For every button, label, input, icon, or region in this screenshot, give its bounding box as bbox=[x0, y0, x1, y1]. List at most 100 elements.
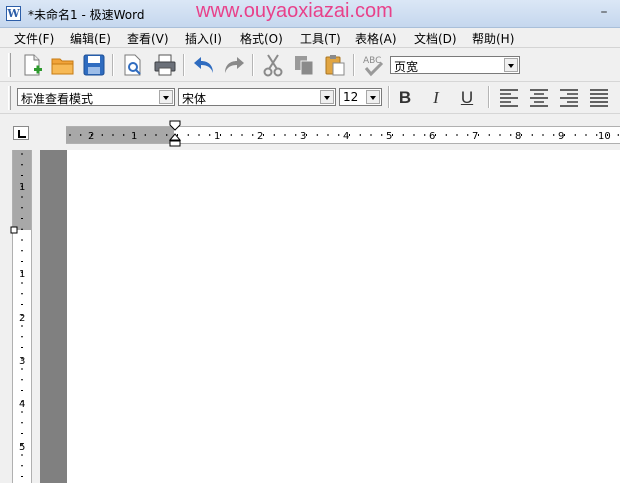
chevron-down-icon[interactable] bbox=[366, 90, 380, 104]
menu-format[interactable]: 格式(O) bbox=[240, 30, 283, 47]
paste-icon bbox=[325, 55, 345, 76]
ruler-label: 8 bbox=[515, 131, 521, 142]
cut-icon bbox=[263, 54, 283, 77]
ruler-label: 4 bbox=[343, 131, 349, 142]
ruler-label: 3 bbox=[19, 356, 25, 367]
ruler-label: 1 bbox=[131, 131, 137, 142]
chevron-down-icon[interactable] bbox=[159, 90, 173, 104]
redo-icon bbox=[225, 57, 244, 73]
save-button[interactable] bbox=[81, 52, 107, 78]
align-center-button[interactable] bbox=[526, 85, 552, 111]
toolbar-grip[interactable] bbox=[8, 86, 11, 110]
ruler-row: 2 1 1 2 3 4 5 6 7 8 9 10 bbox=[0, 114, 620, 150]
copy-icon bbox=[295, 56, 314, 76]
document-editor[interactable] bbox=[67, 150, 620, 483]
undo-icon bbox=[194, 57, 213, 73]
align-right-button[interactable] bbox=[556, 85, 582, 111]
toolbar-separator bbox=[488, 86, 490, 108]
menu-bar: 文件(F) 编辑(E) 查看(V) 插入(I) 格式(O) 工具(T) 表格(A… bbox=[0, 28, 620, 48]
new-document-icon bbox=[24, 54, 42, 76]
toolbar-separator bbox=[353, 54, 355, 76]
vertical-margin-marker-icon[interactable] bbox=[10, 226, 18, 234]
ruler-label: 2 bbox=[19, 313, 25, 324]
new-document-button[interactable] bbox=[19, 52, 45, 78]
menu-document[interactable]: 文档(D) bbox=[414, 30, 457, 47]
open-folder-icon bbox=[51, 58, 74, 75]
ruler-gap bbox=[32, 150, 40, 483]
cut-button[interactable] bbox=[260, 52, 286, 78]
ruler-label: 6 bbox=[429, 131, 435, 142]
align-left-button[interactable] bbox=[496, 85, 522, 111]
ruler-label: 7 bbox=[472, 131, 478, 142]
font-size-select[interactable]: 12 bbox=[339, 88, 382, 106]
zoom-select[interactable]: 页宽 bbox=[390, 56, 520, 74]
ruler-label: 1 bbox=[19, 182, 25, 193]
formatting-toolbar: 标准查看模式 宋体 12 B I U bbox=[0, 82, 620, 114]
window-title: *未命名1 - 极速Word bbox=[28, 8, 145, 22]
justify-icon bbox=[590, 89, 608, 107]
tab-stop-selector[interactable] bbox=[13, 126, 29, 140]
print-button[interactable] bbox=[152, 52, 178, 78]
ruler-label: 10 bbox=[598, 131, 611, 142]
horizontal-ruler-ticks: 2 1 1 2 3 4 5 6 7 8 9 10 bbox=[69, 131, 619, 142]
toolbar-separator bbox=[112, 54, 114, 76]
menu-tools[interactable]: 工具(T) bbox=[300, 30, 341, 47]
ruler-label: 4 bbox=[19, 399, 25, 410]
italic-button[interactable]: I bbox=[424, 86, 448, 110]
ruler-label: 5 bbox=[386, 131, 392, 142]
ruler-label: 2 bbox=[257, 131, 263, 142]
font-value: 宋体 bbox=[182, 92, 207, 106]
bold-button[interactable]: B bbox=[393, 86, 417, 110]
justify-button[interactable] bbox=[586, 85, 612, 111]
style-value: 标准查看模式 bbox=[21, 92, 94, 106]
ruler-label: 5 bbox=[19, 442, 25, 453]
style-select[interactable]: 标准查看模式 bbox=[17, 88, 175, 106]
minimize-button[interactable]: – bbox=[592, 5, 616, 22]
print-icon bbox=[154, 54, 176, 76]
ruler-label: 1 bbox=[214, 131, 220, 142]
toolbar-separator bbox=[388, 86, 390, 108]
ruler-label: 2 bbox=[88, 131, 94, 142]
left-panel bbox=[0, 150, 12, 483]
vertical-ruler[interactable]: 1 1 2 3 4 5 bbox=[12, 150, 32, 483]
font-select[interactable]: 宋体 bbox=[178, 88, 336, 106]
font-size-value: 12 bbox=[343, 90, 359, 104]
toolbar-separator bbox=[252, 54, 254, 76]
align-center-icon bbox=[530, 89, 548, 107]
ruler-label: 9 bbox=[558, 131, 564, 142]
menu-table[interactable]: 表格(A) bbox=[355, 30, 397, 47]
chevron-down-icon[interactable] bbox=[504, 58, 518, 72]
toolbar-separator bbox=[183, 54, 185, 76]
redo-button[interactable] bbox=[221, 52, 247, 78]
vertical-ruler-ticks: 1 1 2 3 4 5 bbox=[19, 153, 25, 477]
align-right-icon bbox=[560, 89, 578, 107]
page-margin-area bbox=[40, 150, 67, 483]
indent-marker-icon[interactable] bbox=[168, 120, 182, 150]
menu-help[interactable]: 帮助(H) bbox=[472, 30, 514, 47]
align-left-icon bbox=[500, 89, 518, 107]
copy-button[interactable] bbox=[291, 52, 317, 78]
ruler-label: 1 bbox=[19, 269, 25, 280]
spellcheck-icon: ABC bbox=[363, 56, 384, 77]
zoom-value: 页宽 bbox=[394, 60, 419, 74]
print-preview-button[interactable] bbox=[120, 52, 146, 78]
menu-file[interactable]: 文件(F) bbox=[14, 30, 54, 47]
paste-button[interactable] bbox=[322, 52, 348, 78]
horizontal-ruler[interactable]: 2 1 1 2 3 4 5 6 7 8 9 10 bbox=[66, 126, 620, 144]
ruler-label: 3 bbox=[300, 131, 306, 142]
print-preview-icon bbox=[124, 54, 141, 76]
menu-view[interactable]: 查看(V) bbox=[127, 30, 169, 47]
underline-button[interactable]: U bbox=[455, 86, 479, 110]
word-app-icon: W bbox=[6, 6, 21, 21]
save-icon bbox=[83, 54, 105, 76]
toolbar-grip[interactable] bbox=[8, 53, 11, 77]
open-button[interactable] bbox=[50, 52, 76, 78]
undo-button[interactable] bbox=[191, 52, 217, 78]
title-bar: W *未命名1 - 极速Word www.ouyaoxiazai.com – bbox=[0, 0, 620, 28]
chevron-down-icon[interactable] bbox=[320, 90, 334, 104]
spellcheck-button[interactable]: ABC bbox=[361, 52, 387, 78]
menu-insert[interactable]: 插入(I) bbox=[185, 30, 222, 47]
standard-toolbar: ABC 页宽 bbox=[0, 48, 620, 82]
menu-edit[interactable]: 编辑(E) bbox=[70, 30, 111, 47]
watermark-text: www.ouyaoxiazai.com bbox=[196, 0, 393, 22]
